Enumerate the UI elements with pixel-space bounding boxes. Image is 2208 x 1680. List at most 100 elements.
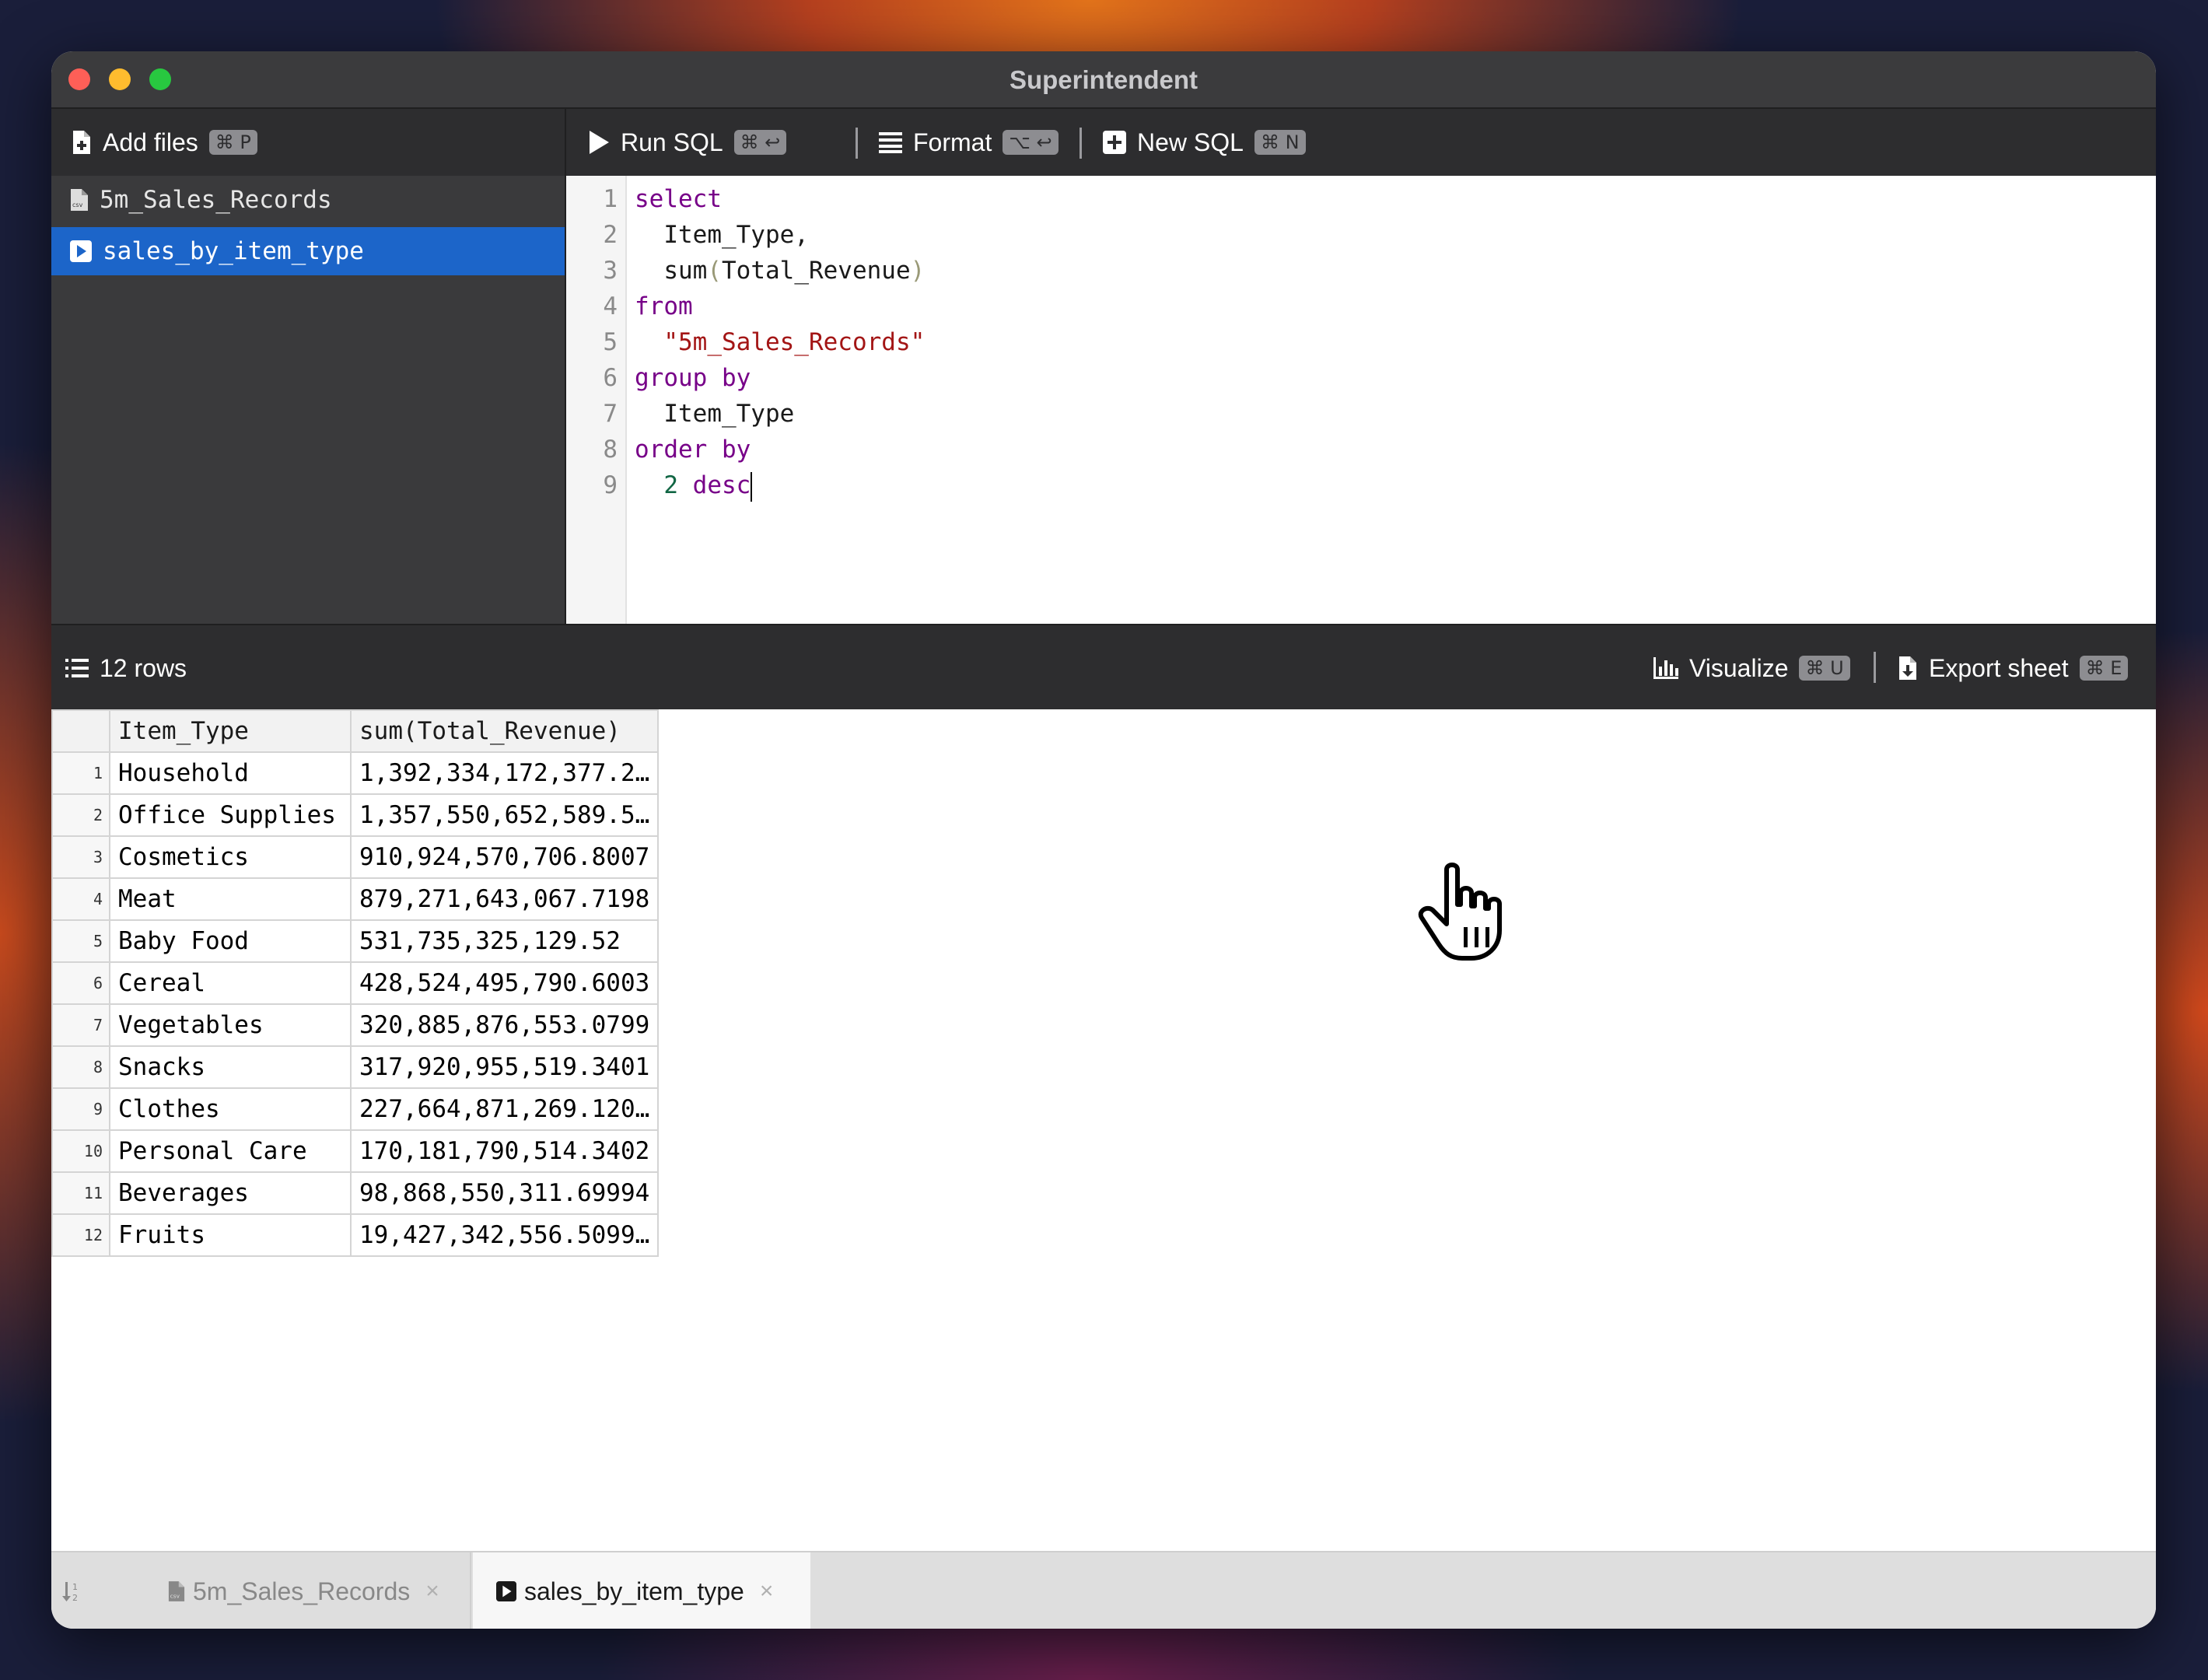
revenue-cell[interactable]: 317,920,955,519.3401 — [349, 1045, 660, 1089]
new-sql-button[interactable]: New SQL ⌘ N — [1103, 109, 1306, 176]
item-type-cell[interactable]: Clothes — [109, 1087, 352, 1131]
row-number: 11 — [51, 1171, 110, 1215]
close-tab-icon[interactable]: × — [425, 1578, 439, 1605]
line-number: 4 — [603, 292, 618, 320]
item-type-cell[interactable]: Cosmetics — [109, 835, 352, 879]
results-table: Item_Type sum(Total_Revenue) 1 Household 1… — [51, 709, 660, 1257]
title-bar: Superintendent — [51, 51, 2156, 109]
revenue-cell[interactable]: 227,664,871,269.120… — [349, 1087, 660, 1131]
table-row[interactable]: 1 Household 1,392,334,172,377.2… — [51, 751, 660, 795]
app-window: Superintendent Add files ⌘ P Run SQL ⌘ ↩… — [51, 51, 2156, 1629]
bar-chart-icon — [1653, 657, 1678, 679]
code-line: "5m_Sales_Records" — [635, 328, 925, 356]
sort-icon: 12 — [62, 1580, 82, 1602]
add-files-button[interactable]: Add files ⌘ P — [72, 109, 257, 176]
visualize-shortcut: ⌘ U — [1799, 656, 1850, 681]
sql-editor[interactable]: 1 2 3 4 5 6 7 8 9 select Item_Type, sum(… — [566, 176, 2156, 624]
item-type-cell[interactable]: Snacks — [109, 1045, 352, 1089]
row-count-label: 12 rows — [100, 653, 187, 682]
visualize-button[interactable]: Visualize ⌘ U — [1653, 625, 1850, 711]
close-tab-icon[interactable]: × — [760, 1578, 774, 1605]
revenue-cell[interactable]: 879,271,643,067.7198 — [349, 877, 660, 921]
sql-string: "5m_Sales_Records" — [663, 328, 926, 356]
csv-file-icon: csv — [168, 1580, 185, 1602]
export-file-icon — [1898, 656, 1918, 681]
row-number: 12 — [51, 1213, 110, 1257]
sidebar-toolbar: Add files ⌘ P — [51, 109, 566, 176]
sidebar-item-label: sales_by_item_type — [103, 237, 364, 265]
sort-tabs-button[interactable]: 12 — [62, 1552, 101, 1629]
item-type-cell[interactable]: Beverages — [109, 1171, 352, 1215]
item-type-cell[interactable]: Baby Food — [109, 919, 352, 963]
item-type-cell[interactable]: Household — [109, 751, 352, 795]
run-sql-shortcut: ⌘ ↩ — [733, 130, 787, 155]
line-number: 3 — [603, 257, 618, 285]
run-sql-button[interactable]: Run SQL ⌘ ↩ — [588, 109, 787, 176]
code-line: select — [635, 185, 722, 213]
toolbar-divider — [1874, 652, 1876, 683]
sql-query-icon — [496, 1581, 516, 1601]
table-body: 1 Household 1,392,334,172,377.2… 2 Office Su… — [51, 751, 660, 1257]
sidebar-item-5m-sales-records[interactable]: csv 5m_Sales_Records — [51, 176, 565, 224]
sidebar: csv 5m_Sales_Records sales_by_item_type — [51, 176, 566, 624]
table-row[interactable]: 2 Office Supplies 1,357,550,652,589.5… — [51, 793, 660, 837]
code-line: from — [635, 292, 693, 320]
svg-text:csv: csv — [170, 1592, 180, 1599]
revenue-cell[interactable]: 428,524,495,790.6003 — [349, 961, 660, 1005]
row-number-header — [51, 709, 110, 753]
item-type-cell[interactable]: Office Supplies — [109, 793, 352, 837]
revenue-cell[interactable]: 531,735,325,129.52 — [349, 919, 660, 963]
table-row[interactable]: 11 Beverages 98,868,550,311.69994 — [51, 1171, 660, 1215]
item-type-cell[interactable]: Cereal — [109, 961, 352, 1005]
revenue-cell[interactable]: 19,427,342,556.5099… — [349, 1213, 660, 1257]
revenue-cell[interactable]: 320,885,876,553.0799 — [349, 1003, 660, 1047]
code-line: sum(Total_Revenue) — [635, 257, 925, 285]
table-row[interactable]: 8 Snacks 317,920,955,519.3401 — [51, 1045, 660, 1089]
toolbar-divider — [856, 128, 858, 159]
revenue-cell[interactable]: 1,392,334,172,377.2… — [349, 751, 660, 795]
svg-text:1: 1 — [72, 1582, 78, 1592]
add-files-label: Add files — [103, 128, 198, 156]
export-sheet-shortcut: ⌘ E — [2079, 656, 2129, 681]
code-line: Item_Type — [635, 400, 795, 428]
row-number: 5 — [51, 919, 110, 963]
line-number: 1 — [603, 185, 618, 213]
svg-text:csv: csv — [72, 201, 83, 208]
visualize-label: Visualize — [1689, 653, 1789, 682]
table-row[interactable]: 4 Meat 879,271,643,067.7198 — [51, 877, 660, 921]
column-header[interactable]: sum(Total_Revenue) — [349, 709, 660, 753]
line-number: 9 — [603, 471, 618, 499]
revenue-cell[interactable]: 910,924,570,706.8007 — [349, 835, 660, 879]
item-type-cell[interactable]: Meat — [109, 877, 352, 921]
sql-keyword: order by — [635, 436, 751, 464]
tab-sales-by-item-type[interactable]: sales_by_item_type × — [473, 1552, 810, 1629]
revenue-cell[interactable]: 98,868,550,311.69994 — [349, 1171, 660, 1215]
sql-number: 2 — [663, 471, 678, 499]
format-shortcut: ⌥ ↩ — [1003, 130, 1059, 155]
table-row[interactable]: 3 Cosmetics 910,924,570,706.8007 — [51, 835, 660, 879]
table-row[interactable]: 7 Vegetables 320,885,876,553.0799 — [51, 1003, 660, 1047]
sql-function: sum — [635, 257, 708, 285]
item-type-cell[interactable]: Fruits — [109, 1213, 352, 1257]
format-button[interactable]: Format ⌥ ↩ — [879, 109, 1059, 176]
add-files-shortcut: ⌘ P — [208, 130, 257, 155]
sql-paren: ( — [707, 257, 722, 285]
svg-text:2: 2 — [72, 1593, 78, 1602]
table-row[interactable]: 10 Personal Care 170,181,790,514.3402 — [51, 1129, 660, 1173]
revenue-cell[interactable]: 1,357,550,652,589.5… — [349, 793, 660, 837]
sql-query-icon — [70, 240, 92, 262]
tab-5m-sales-records[interactable]: csv 5m_Sales_Records × — [114, 1552, 471, 1629]
column-header[interactable]: Item_Type — [109, 709, 352, 753]
sql-identifier: Total_Revenue — [722, 257, 911, 285]
item-type-cell[interactable]: Personal Care — [109, 1129, 352, 1173]
row-number: 1 — [51, 751, 110, 795]
table-row[interactable]: 6 Cereal 428,524,495,790.6003 — [51, 961, 660, 1005]
run-sql-label: Run SQL — [621, 128, 723, 156]
table-row[interactable]: 12 Fruits 19,427,342,556.5099… — [51, 1213, 660, 1257]
revenue-cell[interactable]: 170,181,790,514.3402 — [349, 1129, 660, 1173]
table-row[interactable]: 5 Baby Food 531,735,325,129.52 — [51, 919, 660, 963]
sidebar-item-sales-by-item-type[interactable]: sales_by_item_type — [51, 227, 565, 275]
export-sheet-button[interactable]: Export sheet ⌘ E — [1898, 625, 2129, 711]
item-type-cell[interactable]: Vegetables — [109, 1003, 352, 1047]
table-row[interactable]: 9 Clothes 227,664,871,269.120… — [51, 1087, 660, 1131]
